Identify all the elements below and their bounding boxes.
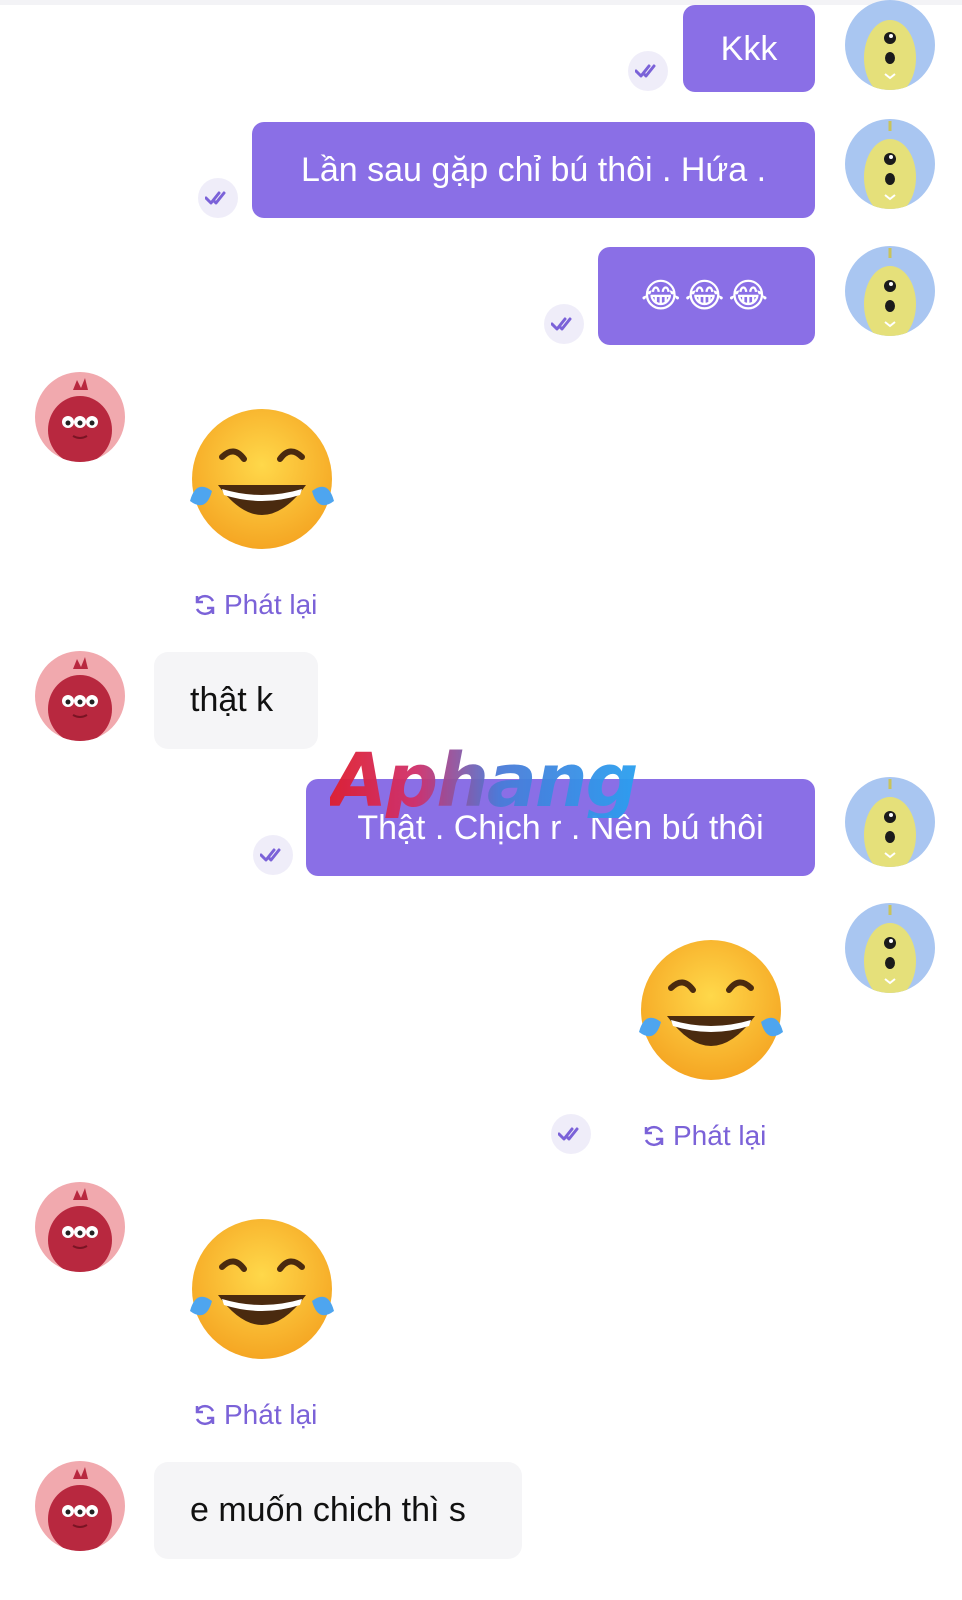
laughing-sticker[interactable] [631,936,791,1086]
seen-indicator-icon [551,1114,591,1154]
message-text: thật k [190,681,274,719]
my-avatar[interactable] [845,903,935,993]
my-avatar[interactable] [845,246,935,336]
message-bubble-incoming[interactable]: thật k [154,652,318,749]
seen-indicator-icon [544,304,584,344]
my-avatar[interactable] [845,119,935,209]
replay-label: Phát lại [224,1399,318,1430]
replay-button[interactable]: Phát lại [641,1120,766,1152]
message-bubble-outgoing[interactable]: 😂😂😂 [598,247,815,345]
emoji-text: 😂😂😂 [640,276,773,316]
replay-button[interactable]: Phát lại [192,1399,317,1431]
replay-icon [195,594,215,616]
message-text: e muốn chich thì s [190,1491,466,1529]
contact-avatar[interactable] [35,372,125,462]
contact-avatar[interactable] [35,1182,125,1272]
message-bubble-outgoing[interactable]: Lần sau gặp chỉ bú thôi . Hứa . [252,122,815,218]
laughing-sticker[interactable] [182,405,342,555]
my-avatar[interactable] [845,777,935,867]
message-bubble-incoming[interactable]: e muốn chich thì s [154,1462,522,1559]
contact-avatar[interactable] [35,1461,125,1551]
seen-indicator-icon [628,51,668,91]
contact-avatar[interactable] [35,651,125,741]
seen-indicator-icon [198,178,238,218]
replay-icon [195,1404,215,1426]
laughing-sticker[interactable] [182,1215,342,1365]
replay-label: Phát lại [224,589,318,620]
watermark-logo: Aphang [330,738,639,824]
replay-icon [644,1125,664,1147]
message-bubble-outgoing[interactable]: Kkk [683,5,815,92]
seen-indicator-icon [253,835,293,875]
message-text: Kkk [720,29,778,68]
my-avatar[interactable] [845,0,935,90]
replay-button[interactable]: Phát lại [192,589,317,621]
top-edge-divider [0,0,962,5]
message-text: Lần sau gặp chỉ bú thôi . Hứa . [300,151,767,189]
replay-label: Phát lại [673,1120,767,1151]
